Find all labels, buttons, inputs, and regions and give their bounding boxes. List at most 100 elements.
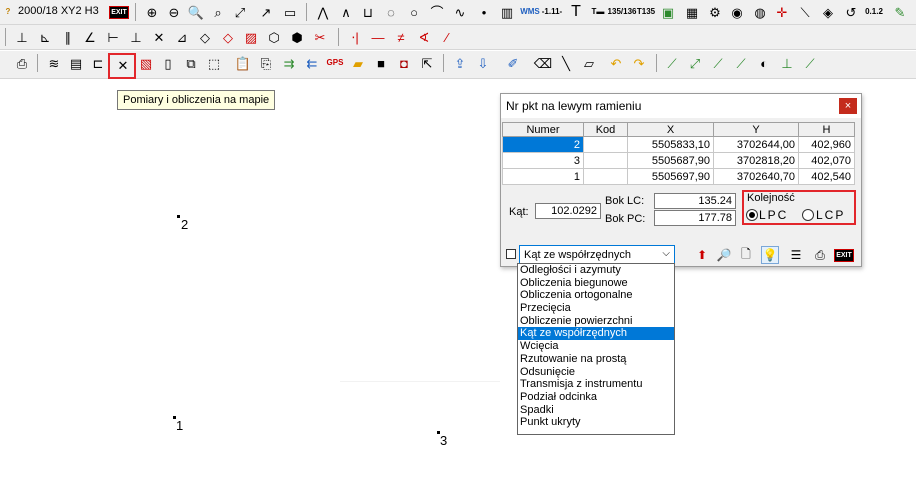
shape-icon[interactable]: ▱ <box>579 53 599 73</box>
points-grid[interactable]: Numer Kod X Y H 2 5505833,10 3702644,00 … <box>502 122 855 185</box>
lightbulb-icon[interactable]: 💡 <box>761 246 779 264</box>
table-icon[interactable]: ▤ <box>66 53 86 73</box>
window-icon[interactable]: ▭ <box>280 2 300 22</box>
circle-icon[interactable]: ○ <box>404 2 424 22</box>
perpendicular-icon[interactable]: ⊥ <box>12 27 32 47</box>
pan-icon[interactable]: ↗ <box>256 2 276 22</box>
cell-y[interactable]: 3702644,00 <box>713 136 799 153</box>
hatch-icon[interactable]: ▨ <box>241 27 261 47</box>
cell-kod[interactable] <box>583 168 628 185</box>
wms-icon[interactable]: WMS <box>520 2 540 22</box>
line-draw-icon[interactable]: ╲ <box>556 53 576 73</box>
raster-image-icon[interactable]: ▣ <box>658 2 678 22</box>
column-header[interactable]: Numer <box>502 122 584 137</box>
clipboard-icon[interactable]: 📋 <box>233 53 253 73</box>
compass-icon[interactable]: ◐ <box>754 53 774 73</box>
dropdown-option[interactable]: Przecięcia <box>518 302 674 315</box>
snap-icon[interactable]: ◍ <box>750 2 770 22</box>
export-icon[interactable]: ⇉ <box>279 53 299 73</box>
map-pin-icon[interactable]: ◘ <box>394 53 414 73</box>
radio-lpc-label[interactable]: LPC <box>759 208 788 222</box>
line-segment-alt-icon[interactable]: ⟋ <box>731 53 751 73</box>
cell-numer[interactable]: 3 <box>502 152 584 169</box>
line-segment-nr-icon[interactable]: ⟋ <box>708 53 728 73</box>
undo-icon[interactable]: ↶ <box>606 53 626 73</box>
layers-icon[interactable]: ≋ <box>44 53 64 73</box>
folder-down-icon[interactable]: ⇩ <box>473 53 493 73</box>
dimension-text-icon[interactable]: -1.11- <box>542 2 562 22</box>
line-segment-icon[interactable]: ⟋ <box>662 53 682 73</box>
dropdown-option[interactable]: Rzutowanie na prostą <box>518 353 674 366</box>
gradient-icon[interactable]: ▥ <box>497 2 517 22</box>
column-header[interactable]: Y <box>713 122 799 137</box>
polyline-open-icon[interactable]: ∧ <box>336 2 356 22</box>
windows-icon[interactable]: ⧉ <box>181 53 201 73</box>
cell-numer[interactable]: 2 <box>502 136 584 153</box>
dimension-icon[interactable]: ⊏ <box>88 53 108 73</box>
perpendicular-foot-icon[interactable]: ⊾ <box>35 27 55 47</box>
eraser-icon[interactable]: ⌫ <box>533 53 553 73</box>
black-square-icon[interactable]: ■ <box>371 53 391 73</box>
cell-y[interactable]: 3702818,20 <box>713 152 799 169</box>
fraction-label-icon[interactable]: 135/136 <box>608 2 637 22</box>
polygon-split-icon[interactable]: ⬢ <box>287 27 307 47</box>
line-segment-arrow-icon[interactable]: ⤢ <box>685 53 705 73</box>
calculation-type-dropdown[interactable]: Odległości i azymuty Obliczenia biegunow… <box>517 263 675 435</box>
diagonal-icon[interactable]: ⟍ <box>795 2 815 22</box>
chevron-down-icon[interactable]: ⌵ <box>662 248 670 259</box>
pencil-icon[interactable]: ✎ <box>890 2 910 22</box>
target-icon[interactable]: ◉ <box>727 2 747 22</box>
cell-x[interactable]: 5505697,90 <box>627 168 714 185</box>
cell-kod[interactable] <box>583 152 628 169</box>
slash-point-icon[interactable]: ⁄ <box>437 27 457 47</box>
dropdown-option[interactable]: Obliczenia ortogonalne <box>518 289 674 302</box>
line-point-icon[interactable]: — <box>368 27 388 47</box>
cell-numer[interactable]: 1 <box>502 168 584 185</box>
layers-grid-icon[interactable]: ▦ <box>682 2 702 22</box>
scale-icon[interactable]: 0.1.2 <box>864 2 884 22</box>
table-row[interactable]: 3 5505687,90 3702818,20 402,070 <box>502 152 855 169</box>
column-header[interactable]: Kod <box>583 122 628 137</box>
arc-measure-icon[interactable]: ↺ <box>841 2 861 22</box>
cell-x[interactable]: 5505687,90 <box>627 152 714 169</box>
intersect-icon[interactable]: ✕ <box>149 27 169 47</box>
double-line-icon[interactable]: ≠ <box>391 27 411 47</box>
cross-line-icon[interactable]: ⊥ <box>126 27 146 47</box>
dropdown-option[interactable]: Obliczenia biegunowe <box>518 277 674 290</box>
dropdown-option[interactable]: Odsunięcie <box>518 366 674 379</box>
dropdown-option[interactable]: Spadki <box>518 404 674 417</box>
vertical-icon[interactable]: ⊢ <box>103 27 123 47</box>
settings-icon[interactable]: ⚙ <box>705 2 725 22</box>
vertical-line-icon[interactable]: ⊥ <box>777 53 797 73</box>
printer-icon[interactable]: ⎙ <box>811 246 829 264</box>
list-icon[interactable]: ☰ <box>787 246 805 264</box>
dropdown-option[interactable]: Punkt ukryty <box>518 416 674 429</box>
copy-icon[interactable]: ⎘ <box>256 53 276 73</box>
exit-button[interactable]: EXIT <box>109 2 129 22</box>
close-button[interactable]: × <box>839 98 857 114</box>
text-label-icon[interactable]: T▬ <box>588 2 608 22</box>
cell-h[interactable]: 402,540 <box>798 168 855 185</box>
parallel-icon[interactable]: ∥ <box>58 27 78 47</box>
options-checkbox[interactable] <box>506 249 516 259</box>
bracket-icon[interactable]: ⊔ <box>358 2 378 22</box>
zoom-previous-icon[interactable]: ⌕ <box>208 2 228 22</box>
circle-dashed-icon[interactable]: ◌ <box>381 2 401 22</box>
dialog-exit-button[interactable]: EXIT <box>834 246 854 264</box>
cell-h[interactable]: 402,070 <box>798 152 855 169</box>
arc-icon[interactable]: ⌒ <box>427 2 447 22</box>
map-point[interactable] <box>177 215 180 218</box>
radio-lcp[interactable] <box>802 209 814 221</box>
dropdown-option[interactable]: Wcięcia <box>518 340 674 353</box>
angle-icon[interactable]: ∠ <box>80 27 100 47</box>
curve-icon[interactable]: ∿ <box>450 2 470 22</box>
dropdown-option[interactable]: Podział odcinka <box>518 391 674 404</box>
search-icon[interactable]: 🔎 <box>715 246 733 264</box>
cell-y[interactable]: 3702640,70 <box>713 168 799 185</box>
folder-icon[interactable]: ▰ <box>348 53 368 73</box>
radio-lpc[interactable] <box>746 209 758 221</box>
point-icon[interactable]: • <box>474 2 494 22</box>
print-icon[interactable]: ⎙ <box>12 53 32 73</box>
dropdown-option[interactable]: Odległości i azymuty <box>518 264 674 277</box>
folder-up-icon[interactable]: ⇪ <box>450 53 470 73</box>
